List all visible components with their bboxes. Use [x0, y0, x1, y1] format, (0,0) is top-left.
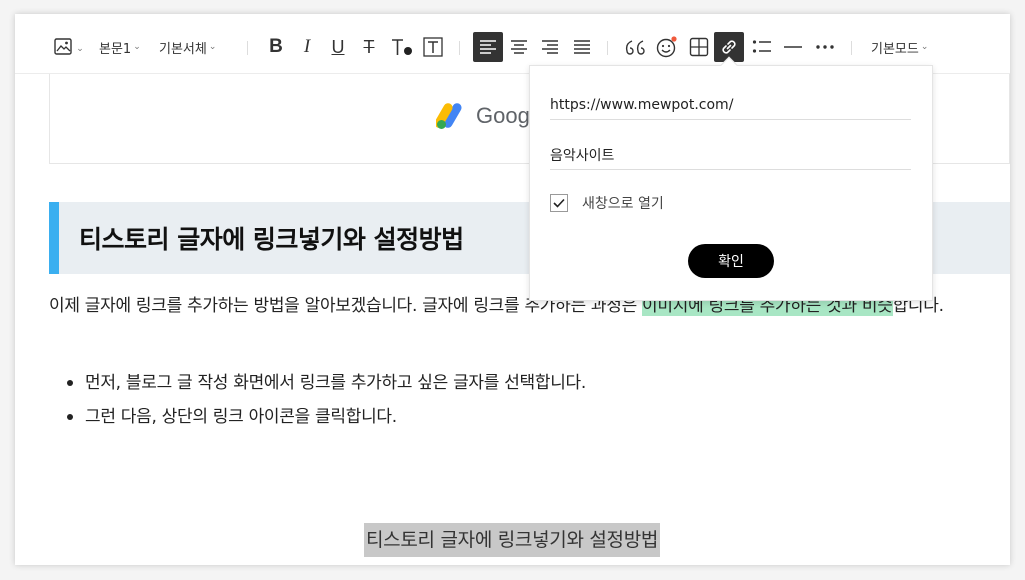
- list-item[interactable]: 먼저, 블로그 글 작성 화면에서 링크를 추가하고 싶은 글자를 선택합니다.: [65, 366, 965, 400]
- italic-button[interactable]: I: [296, 34, 318, 60]
- toolbar-divider: [247, 41, 248, 55]
- more-icon: [816, 45, 834, 49]
- image-icon: [54, 38, 72, 55]
- emoticon-button[interactable]: [654, 34, 680, 60]
- emoticon-icon: [656, 36, 677, 58]
- text-background-icon: [423, 37, 443, 57]
- new-window-label: 새창으로 열기: [582, 196, 664, 212]
- underline-button[interactable]: U: [327, 34, 349, 60]
- insert-image-button[interactable]: ⌄: [53, 34, 85, 60]
- quote-icon: [625, 40, 645, 55]
- editor-mode-dropdown[interactable]: 기본모드 ⌄: [871, 34, 928, 60]
- align-center-button[interactable]: [507, 34, 531, 60]
- text-background-button[interactable]: [421, 34, 445, 60]
- google-ads-logo: Goog: [436, 102, 530, 130]
- bold-button[interactable]: B: [265, 34, 287, 60]
- text-color-icon: [392, 39, 412, 55]
- chevron-down-icon: ⌄: [208, 42, 217, 52]
- font-family-dropdown[interactable]: 기본서체 ⌄: [159, 34, 216, 60]
- more-options-button[interactable]: [813, 34, 837, 60]
- italic-icon: I: [303, 36, 311, 57]
- strikethrough-icon: T: [363, 36, 375, 57]
- align-left-button[interactable]: [473, 32, 503, 62]
- confirm-button[interactable]: 확인: [688, 244, 774, 278]
- link-popup: 새창으로 열기 확인: [529, 56, 933, 301]
- checkmark-icon: [553, 198, 565, 208]
- new-window-checkbox[interactable]: [550, 194, 568, 212]
- table-button[interactable]: [686, 34, 712, 60]
- selected-caption-text[interactable]: 티스토리 글자에 링크넣기와 설정방법: [364, 523, 661, 557]
- link-icon: [722, 40, 736, 54]
- strikethrough-button[interactable]: T: [358, 34, 380, 60]
- font-family-label: 기본서체: [159, 41, 207, 57]
- section-heading: 티스토리 글자에 링크넣기와 설정방법: [79, 225, 464, 254]
- align-center-icon: [511, 40, 527, 54]
- list-item[interactable]: 그런 다음, 상단의 링크 아이콘을 클릭합니다.: [65, 400, 965, 434]
- align-justify-button[interactable]: [570, 34, 594, 60]
- toolbar-divider: [607, 41, 608, 55]
- align-justify-icon: [574, 40, 590, 54]
- horizontal-line-icon: [784, 46, 802, 48]
- bullet-list-button[interactable]: [750, 34, 774, 60]
- quote-button[interactable]: [622, 34, 648, 60]
- link-title-input[interactable]: [550, 140, 911, 170]
- toolbar-divider: [851, 41, 852, 55]
- align-left-icon: [480, 40, 496, 54]
- new-window-option[interactable]: 새창으로 열기: [550, 193, 664, 213]
- align-right-button[interactable]: [538, 34, 562, 60]
- horizontal-line-button[interactable]: [781, 34, 805, 60]
- chevron-down-icon: ⌄: [920, 42, 929, 52]
- paragraph-style-dropdown[interactable]: 본문1 ⌄: [99, 34, 141, 60]
- bold-icon: B: [269, 36, 283, 57]
- text-color-button[interactable]: [389, 34, 415, 60]
- editor-mode-label: 기본모드: [871, 41, 919, 57]
- editor-frame: ⌄ 본문1 ⌄ 기본서체 ⌄ B I U T 기본모드 ⌄ Goog 티스토리 …: [15, 14, 1010, 565]
- bullet-list: 먼저, 블로그 글 작성 화면에서 링크를 추가하고 싶은 글자를 선택합니다.…: [65, 366, 965, 434]
- paragraph-style-label: 본문1: [99, 41, 132, 57]
- table-icon: [689, 37, 709, 57]
- underline-icon: U: [331, 36, 345, 57]
- chevron-down-icon: ⌄: [133, 42, 141, 52]
- align-right-icon: [542, 40, 558, 54]
- google-ads-icon: [436, 103, 462, 129]
- link-url-input[interactable]: [550, 90, 911, 120]
- bullet-list-icon: [752, 40, 771, 53]
- chevron-down-icon: ⌄: [76, 43, 84, 54]
- toolbar-divider: [459, 41, 460, 55]
- google-logo-text: Goog: [476, 103, 530, 128]
